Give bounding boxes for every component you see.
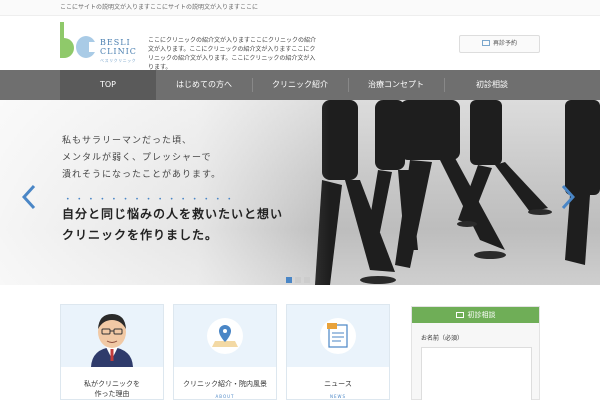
consultation-form: 初診相談 お名前（必須） <box>411 306 540 400</box>
site-tagline-bar: ここにサイトの説明文が入りますここにサイトの説明文が入りますここに <box>0 0 600 16</box>
chevron-right-icon[interactable] <box>561 184 575 210</box>
card-title: クリニック紹介・院内風景 <box>183 380 267 388</box>
name-input[interactable] <box>421 347 532 400</box>
map-pin-icon <box>207 318 243 354</box>
name-field-label: お名前（必須） <box>421 335 464 342</box>
revisit-reservation-button[interactable]: 再診予約 <box>459 35 540 53</box>
nav-item-top[interactable]: TOP <box>60 70 156 100</box>
chevron-left-icon[interactable] <box>22 184 36 210</box>
hero-intro-text: 私もサラリーマンだった頃、 メンタルが弱く、プレッシャーで 潰れそうになったこと… <box>62 136 222 180</box>
pager-dot-1[interactable] <box>286 277 292 283</box>
logo-name: BESLI CLINIC <box>100 38 137 56</box>
nav-item-consult[interactable]: 初診相談 <box>444 70 540 100</box>
slider-pager <box>286 268 313 285</box>
card-title: 私がクリニックを 作った理由 <box>84 380 140 398</box>
main-nav: TOP はじめての方へ クリニック紹介 治療コンセプト 初診相談 <box>0 70 600 100</box>
card-subtitle: ABOUT <box>215 394 235 399</box>
card-image <box>287 305 389 367</box>
logo-b-mark <box>60 22 74 58</box>
card-title: ニュース <box>324 380 352 388</box>
consultation-form-header: 初診相談 <box>412 307 539 323</box>
hero-slider: 私もサラリーマンだった頃、 メンタルが弱く、プレッシャーで 潰れそうになったこと… <box>0 100 600 285</box>
nav-item-clinic[interactable]: クリニック紹介 <box>252 70 348 100</box>
card-subtitle: NEWS <box>329 394 346 399</box>
nav-item-concept[interactable]: 治療コンセプト <box>348 70 444 100</box>
card-image <box>174 305 276 367</box>
header-description: ここにクリニックの紹介文が入りますここにクリニックの紹介文が入ります。ここにクリ… <box>148 37 317 71</box>
hero-dot-divider: ••••••••••••••• <box>66 196 240 203</box>
card-founder-story[interactable]: 私がクリニックを 作った理由 <box>60 304 164 400</box>
nav-item-first-visit[interactable]: はじめての方へ <box>156 70 252 100</box>
clinic-logo[interactable]: BESLI CLINIC ベスリクリニック <box>60 22 140 64</box>
mail-icon <box>455 312 464 318</box>
mail-icon <box>481 40 490 46</box>
card-news[interactable]: ニュース NEWS <box>286 304 390 400</box>
logo-c-mark <box>76 36 98 58</box>
pager-dot-3[interactable] <box>304 277 310 283</box>
doctor-avatar <box>91 314 133 367</box>
card-image <box>61 305 163 367</box>
header: BESLI CLINIC ベスリクリニック ここにクリニックの紹介文が入りますこ… <box>0 16 600 71</box>
revisit-label: 再診予約 <box>492 40 517 47</box>
news-icon <box>320 318 356 354</box>
pager-dot-2[interactable] <box>295 277 301 283</box>
hero-title: 自分と同じ悩みの人を救いたいと想い クリニックを作りました。 <box>62 207 284 242</box>
card-about[interactable]: クリニック紹介・院内風景 ABOUT <box>173 304 277 400</box>
site-tagline: ここにサイトの説明文が入りますここにサイトの説明文が入りますここに <box>60 4 259 11</box>
logo-subtitle: ベスリクリニック <box>100 58 137 63</box>
